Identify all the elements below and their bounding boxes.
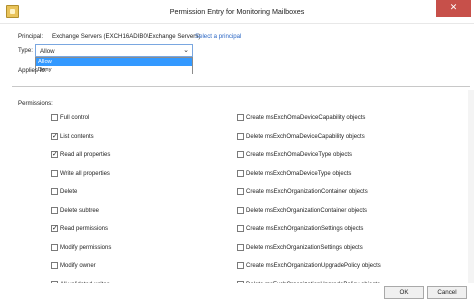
permission-checkbox[interactable] bbox=[237, 207, 244, 214]
permission-checkbox[interactable] bbox=[51, 262, 58, 269]
type-dropdown-list: Allow Deny bbox=[35, 57, 193, 74]
permission-checkbox[interactable]: ✓ bbox=[51, 150, 58, 158]
divider bbox=[12, 86, 470, 87]
permission-checkbox[interactable] bbox=[51, 207, 58, 214]
type-select[interactable]: Allow ⌄ bbox=[35, 44, 193, 57]
type-option-allow[interactable]: Allow bbox=[36, 58, 192, 66]
chevron-down-icon: ⌄ bbox=[183, 46, 189, 54]
permission-checkbox[interactable]: ✓ bbox=[51, 132, 58, 140]
permission-checkbox[interactable] bbox=[51, 170, 58, 177]
permission-checkbox[interactable] bbox=[237, 244, 244, 251]
checkmark-icon: ✓ bbox=[52, 150, 58, 158]
permission-checkbox[interactable] bbox=[237, 151, 244, 158]
checkmark-icon: ✓ bbox=[52, 224, 58, 232]
permission-checkbox[interactable] bbox=[51, 244, 58, 251]
principal-label: Principal: bbox=[18, 33, 44, 40]
permission-label: Delete subtree bbox=[60, 208, 100, 214]
permission-checkbox[interactable] bbox=[51, 188, 58, 195]
checkmark-icon: ✓ bbox=[52, 132, 58, 140]
type-select-value: Allow bbox=[40, 48, 55, 55]
permission-checkbox[interactable]: ✓ bbox=[51, 224, 58, 232]
permission-label: Create msExchOmaDeviceType objects bbox=[246, 152, 353, 158]
permission-label: Modify permissions bbox=[60, 245, 112, 251]
permission-label: Write all properties bbox=[60, 171, 110, 177]
permission-label: Create msExchOrganizationContainer objec… bbox=[246, 189, 368, 195]
close-button[interactable]: ✕ bbox=[436, 0, 471, 17]
permission-label: Delete bbox=[60, 189, 78, 195]
permission-checkbox[interactable] bbox=[51, 114, 58, 121]
permission-checkbox[interactable] bbox=[237, 188, 244, 195]
select-principal-link[interactable]: Select a principal bbox=[195, 33, 241, 40]
permission-label: Modify owner bbox=[60, 263, 96, 269]
type-label: Type: bbox=[18, 47, 33, 54]
type-option-deny[interactable]: Deny bbox=[36, 66, 192, 74]
permission-checkbox[interactable] bbox=[237, 133, 244, 140]
cancel-button[interactable]: Cancel bbox=[427, 286, 467, 299]
permission-label: List contents bbox=[60, 134, 94, 140]
permission-label: Read permissions bbox=[60, 226, 109, 232]
window-title: Permission Entry for Monitoring Mailboxe… bbox=[169, 7, 305, 16]
permission-label: Delete msExchOmaDeviceType objects bbox=[246, 171, 352, 177]
permission-checkbox[interactable] bbox=[237, 170, 244, 177]
permission-label: Read all properties bbox=[60, 152, 111, 158]
principal-value: Exchange Servers (EXCH16ADIB0\Exchange S… bbox=[52, 33, 201, 40]
scrollbar[interactable] bbox=[468, 90, 474, 283]
permission-label: Create msExchOmaDeviceCapability objects bbox=[246, 115, 366, 121]
applies-to-label: Applies to: bbox=[18, 67, 47, 74]
permission-label: Delete msExchOrganizationContainer objec… bbox=[246, 208, 368, 214]
ok-button[interactable]: OK bbox=[384, 286, 424, 299]
title-bar: Permission Entry for Monitoring Mailboxe… bbox=[0, 0, 474, 24]
permission-checkbox[interactable] bbox=[237, 225, 244, 232]
permission-label: Create msExchOrganizationSettings object… bbox=[246, 226, 364, 232]
permission-label: Full control bbox=[60, 115, 90, 121]
permission-label: Delete msExchOrganizationSettings object… bbox=[246, 245, 363, 251]
permission-label: Delete msExchOmaDeviceCapability objects bbox=[246, 134, 365, 140]
permissions-label: Permissions: bbox=[18, 100, 53, 107]
permission-label: Create msExchOrganizationUpgradePolicy o… bbox=[246, 263, 381, 269]
permission-checkbox[interactable] bbox=[237, 114, 244, 121]
permission-checkbox[interactable] bbox=[237, 262, 244, 269]
